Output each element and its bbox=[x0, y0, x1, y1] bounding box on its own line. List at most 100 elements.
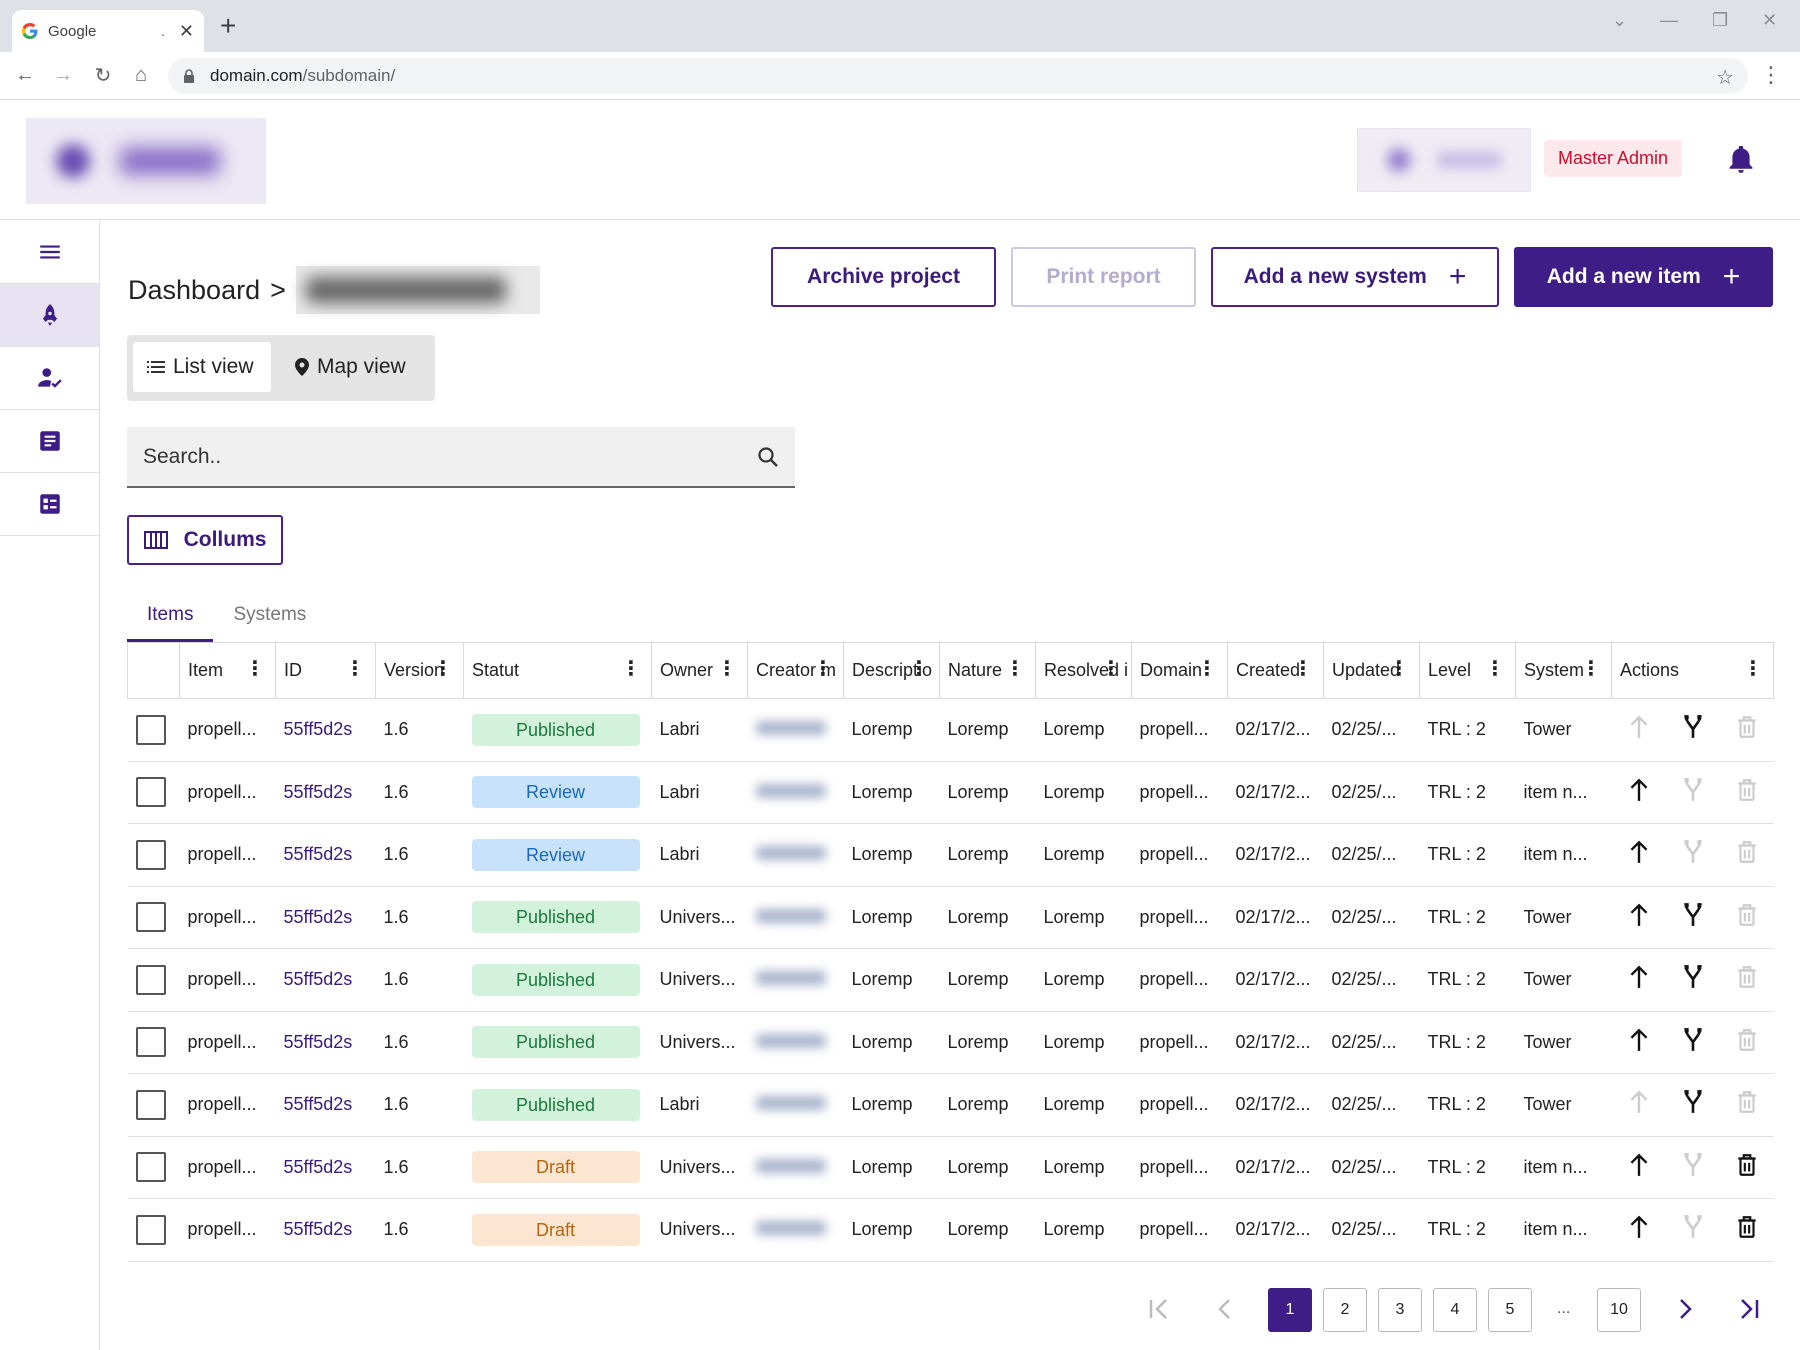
column-menu-icon[interactable]: ⋮ bbox=[1005, 659, 1025, 679]
column-header[interactable]: Version ⋮ bbox=[375, 642, 464, 699]
sidebar-item-users[interactable] bbox=[0, 347, 99, 410]
list-view-button[interactable]: List view bbox=[133, 342, 271, 392]
cell-id[interactable]: 55ff5d2s bbox=[275, 823, 376, 887]
move-up-icon[interactable] bbox=[1612, 1214, 1666, 1240]
column-header[interactable]: System ⋮ bbox=[1515, 642, 1612, 699]
column-header[interactable]: Item ⋮ bbox=[179, 642, 276, 699]
cell-id[interactable]: 55ff5d2s bbox=[275, 761, 376, 824]
breadcrumb-root[interactable]: Dashboard bbox=[128, 275, 260, 306]
page-last-number[interactable]: 10 bbox=[1597, 1288, 1641, 1332]
sidebar-item-projects[interactable] bbox=[0, 284, 99, 347]
row-select[interactable] bbox=[127, 886, 180, 949]
column-menu-icon[interactable]: ⋮ bbox=[909, 659, 929, 679]
fork-icon[interactable] bbox=[1666, 1152, 1720, 1178]
print-report-button[interactable]: Print report bbox=[1011, 247, 1196, 307]
column-menu-icon[interactable]: ⋮ bbox=[717, 659, 737, 679]
row-checkbox[interactable] bbox=[135, 964, 166, 995]
sidebar-item-documents[interactable] bbox=[0, 410, 99, 473]
sidebar-item-checklist[interactable] bbox=[0, 473, 99, 536]
table-row[interactable]: propell... 55ff5d2s 1.6 Published Univers...… bbox=[127, 886, 1774, 949]
row-select[interactable] bbox=[127, 1198, 180, 1262]
restore-icon[interactable]: ❐ bbox=[1712, 10, 1728, 31]
move-up-icon[interactable] bbox=[1612, 777, 1666, 803]
fork-icon[interactable] bbox=[1666, 714, 1720, 740]
column-menu-icon[interactable]: ⋮ bbox=[813, 659, 833, 679]
move-up-icon[interactable] bbox=[1612, 1027, 1666, 1053]
fork-icon[interactable] bbox=[1666, 902, 1720, 928]
delete-icon[interactable] bbox=[1720, 714, 1774, 740]
row-checkbox[interactable] bbox=[135, 1089, 166, 1120]
page-3[interactable]: 3 bbox=[1378, 1288, 1422, 1332]
delete-icon[interactable] bbox=[1720, 1152, 1774, 1178]
archive-project-button[interactable]: Archive project bbox=[771, 247, 996, 307]
column-menu-icon[interactable]: ⋮ bbox=[621, 659, 641, 679]
row-select[interactable] bbox=[127, 698, 180, 762]
move-up-icon[interactable] bbox=[1612, 714, 1666, 740]
column-header[interactable]: Descriptio ⋮ bbox=[843, 642, 940, 699]
column-menu-icon[interactable]: ⋮ bbox=[1581, 659, 1601, 679]
column-header[interactable]: Level ⋮ bbox=[1419, 642, 1516, 699]
row-checkbox[interactable] bbox=[135, 1152, 166, 1183]
table-row[interactable]: propell... 55ff5d2s 1.6 Published Labri Lorem… bbox=[127, 1073, 1774, 1137]
cell-id[interactable]: 55ff5d2s bbox=[275, 886, 376, 949]
move-up-icon[interactable] bbox=[1612, 964, 1666, 990]
user-profile[interactable] bbox=[1357, 128, 1531, 192]
back-icon[interactable]: ← bbox=[10, 60, 40, 90]
column-header[interactable]: Statut ⋮ bbox=[463, 642, 652, 699]
tab-systems[interactable]: Systems bbox=[213, 600, 326, 642]
column-menu-icon[interactable]: ⋮ bbox=[1743, 659, 1763, 679]
reload-icon[interactable]: ↻ bbox=[88, 60, 118, 90]
logo[interactable] bbox=[26, 118, 266, 204]
address-bar[interactable]: domain.com/subdomain/ ☆ bbox=[168, 58, 1748, 94]
column-menu-icon[interactable]: ⋮ bbox=[1389, 659, 1409, 679]
row-checkbox[interactable] bbox=[135, 1214, 166, 1245]
column-header[interactable]: Domain ⋮ bbox=[1131, 642, 1228, 699]
delete-icon[interactable] bbox=[1720, 777, 1774, 803]
columns-button[interactable]: Collums bbox=[127, 515, 283, 565]
column-header[interactable]: Updated ⋮ bbox=[1323, 642, 1420, 699]
bookmark-star-icon[interactable]: ☆ bbox=[1716, 65, 1734, 90]
column-menu-icon[interactable]: ⋮ bbox=[433, 659, 453, 679]
move-up-icon[interactable] bbox=[1612, 902, 1666, 928]
page-5[interactable]: 5 bbox=[1488, 1288, 1532, 1332]
fork-icon[interactable] bbox=[1666, 1214, 1720, 1240]
cell-id[interactable]: 55ff5d2s bbox=[275, 1136, 376, 1199]
column-header[interactable]: ID ⋮ bbox=[275, 642, 376, 699]
delete-icon[interactable] bbox=[1720, 964, 1774, 990]
table-row[interactable]: propell... 55ff5d2s 1.6 Draft Univers... Lore… bbox=[127, 1136, 1774, 1199]
row-checkbox[interactable] bbox=[135, 777, 166, 808]
close-tab-icon[interactable]: ✕ bbox=[179, 21, 194, 42]
fork-icon[interactable] bbox=[1666, 1027, 1720, 1053]
prev-page-icon[interactable] bbox=[1210, 1292, 1240, 1326]
column-header[interactable]: Creator m ⋮ bbox=[747, 642, 844, 699]
column-menu-icon[interactable]: ⋮ bbox=[1485, 659, 1505, 679]
last-page-icon[interactable] bbox=[1734, 1292, 1764, 1326]
fork-icon[interactable] bbox=[1666, 839, 1720, 865]
row-checkbox[interactable] bbox=[135, 1027, 166, 1058]
column-header[interactable]: Resolved i ⋮ bbox=[1035, 642, 1132, 699]
delete-icon[interactable] bbox=[1720, 1214, 1774, 1240]
page-1[interactable]: 1 bbox=[1268, 1288, 1312, 1332]
column-header[interactable]: Created ⋮ bbox=[1227, 642, 1324, 699]
column-menu-icon[interactable]: ⋮ bbox=[1101, 659, 1121, 679]
fork-icon[interactable] bbox=[1666, 777, 1720, 803]
table-row[interactable]: propell... 55ff5d2s 1.6 Draft Univers... Lore… bbox=[127, 1198, 1774, 1262]
browser-menu-icon[interactable]: ⋮ bbox=[1760, 62, 1782, 88]
chevron-down-icon[interactable]: ⌄ bbox=[1612, 10, 1627, 31]
first-page-icon[interactable] bbox=[1144, 1292, 1174, 1326]
table-row[interactable]: propell... 55ff5d2s 1.6 Published Univers...… bbox=[127, 948, 1774, 1012]
page-2[interactable]: 2 bbox=[1323, 1288, 1367, 1332]
row-checkbox[interactable] bbox=[135, 714, 166, 745]
column-menu-icon[interactable]: ⋮ bbox=[1197, 659, 1217, 679]
column-menu-icon[interactable]: ⋮ bbox=[245, 659, 265, 679]
cell-id[interactable]: 55ff5d2s bbox=[275, 1198, 376, 1262]
delete-icon[interactable] bbox=[1720, 902, 1774, 928]
cell-id[interactable]: 55ff5d2s bbox=[275, 1011, 376, 1074]
add-system-button[interactable]: Add a new system + bbox=[1211, 247, 1499, 307]
fork-icon[interactable] bbox=[1666, 964, 1720, 990]
row-select[interactable] bbox=[127, 823, 180, 887]
close-window-icon[interactable]: ✕ bbox=[1762, 10, 1777, 31]
cell-id[interactable]: 55ff5d2s bbox=[275, 698, 376, 762]
table-row[interactable]: propell... 55ff5d2s 1.6 Published Univers...… bbox=[127, 1011, 1774, 1074]
menu-hamburger-icon[interactable] bbox=[0, 221, 99, 284]
